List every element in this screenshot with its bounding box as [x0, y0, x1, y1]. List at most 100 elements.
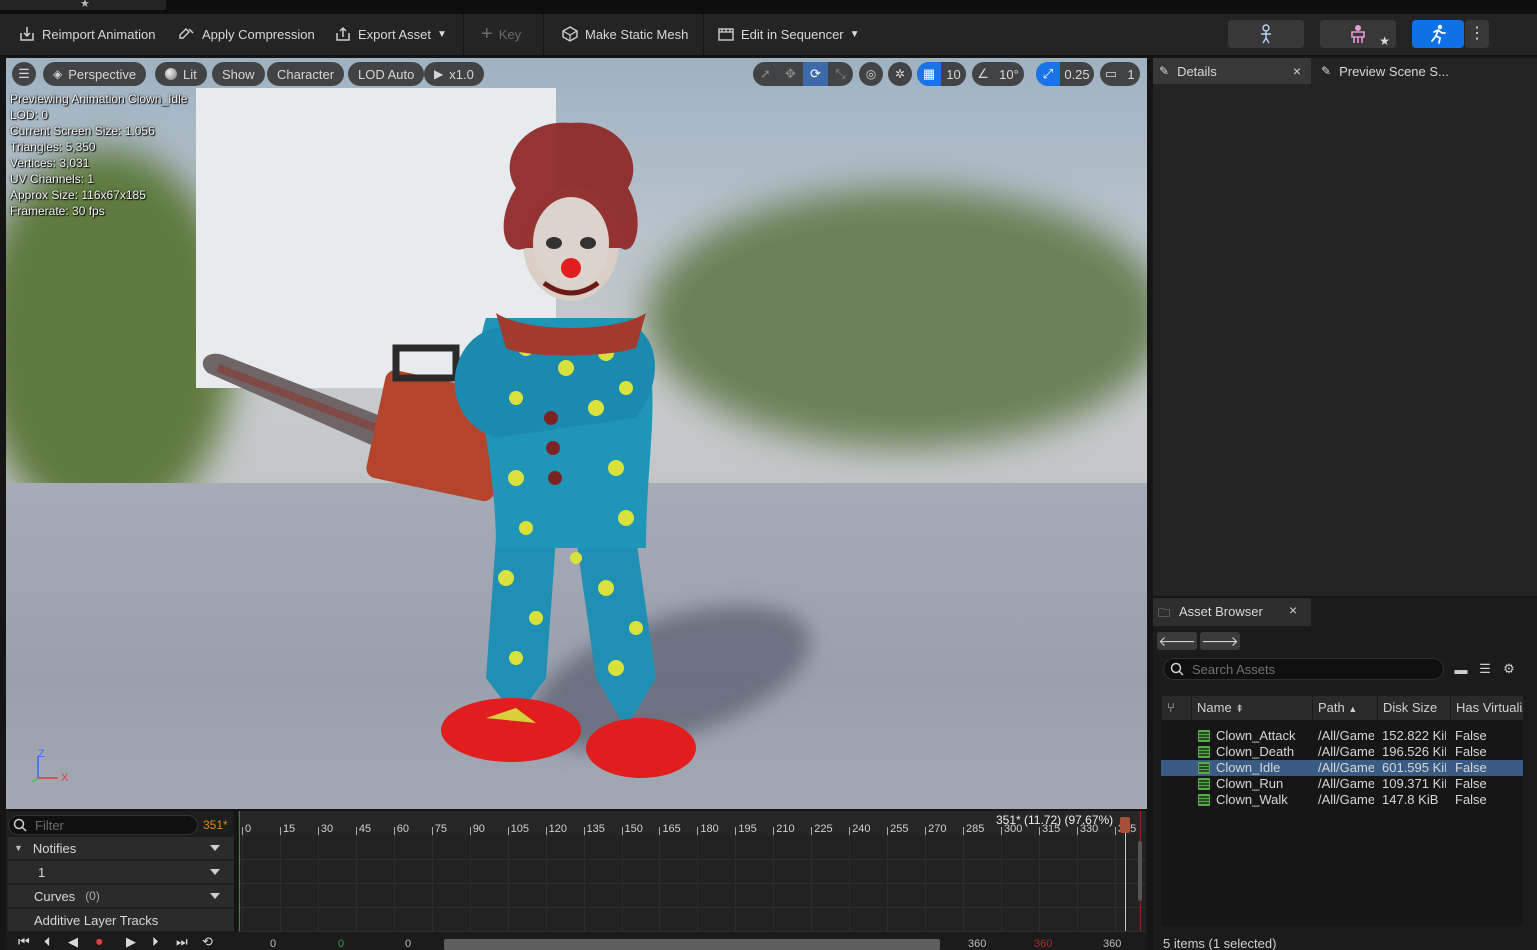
translate-tool-button[interactable]: ✥: [778, 62, 803, 86]
table-row[interactable]: Clown_Death/All/Game 196.526 KiB False: [1161, 744, 1523, 760]
asset-disk-size: 196.526 KiB: [1382, 744, 1446, 759]
perspective-button[interactable]: ◈ Perspective: [43, 62, 147, 86]
close-icon[interactable]: ×: [1293, 63, 1311, 79]
scale-snap-value[interactable]: 0.25: [1060, 62, 1094, 86]
rotation-snap-value[interactable]: 10°: [994, 62, 1024, 86]
scale-arrow-icon: ⤢: [1042, 66, 1054, 81]
viewport-menu-button[interactable]: ☰: [12, 62, 36, 86]
grid-snap-value[interactable]: 10: [941, 62, 966, 86]
play-button[interactable]: ▶: [126, 934, 136, 950]
ruler-label: 90: [472, 823, 485, 835]
table-row[interactable]: Clown_Idle/All/Game 601.595 KiB False: [1161, 760, 1523, 776]
skip-to-start-button[interactable]: ⏮: [18, 934, 30, 950]
star-icon: ★: [1379, 34, 1390, 48]
column-disk-size[interactable]: Disk Size: [1377, 696, 1450, 720]
coordinate-space-button[interactable]: ◎: [859, 62, 883, 86]
view-range-scrollbar[interactable]: [444, 939, 940, 950]
asset-path: /All/Game: [1318, 744, 1374, 759]
back-button[interactable]: 🡐: [1157, 632, 1197, 650]
scale-snap-toggle[interactable]: ⤢: [1036, 62, 1060, 86]
timeline-scrollbar[interactable]: [1138, 841, 1142, 901]
skeleton-mode-button[interactable]: [1228, 20, 1304, 48]
table-row[interactable]: Clown_Run/All/Game 109.371 KiB False: [1161, 776, 1523, 792]
playback-speed-button[interactable]: ▶ x1.0: [424, 62, 484, 86]
folder-view-button[interactable]: ▬: [1453, 661, 1469, 677]
ruler-label: 270: [928, 823, 947, 835]
ruler-tick: [963, 827, 965, 835]
loop-button[interactable]: ⟲: [202, 934, 213, 950]
rotate-tool-button[interactable]: ⟳: [803, 62, 828, 86]
scale-tool-button[interactable]: ⤡: [828, 62, 853, 86]
surface-snap-button[interactable]: ✲: [888, 62, 912, 86]
lod-button[interactable]: LOD Auto: [348, 62, 425, 86]
asset-has-virtualized: False: [1455, 744, 1487, 759]
sequencer-icon: [718, 28, 734, 41]
timeline-area[interactable]: 0 15 30 45 60 75 90 105 120 135 150 165 180 195 210 225…: [238, 811, 1146, 950]
playhead-marker[interactable]: [1120, 817, 1130, 833]
search-assets-field[interactable]: Search Assets: [1163, 658, 1444, 680]
more-options-button[interactable]: ⋮: [1465, 20, 1489, 48]
column-has-virtualized[interactable]: Has Virtualiz: [1450, 696, 1523, 720]
export-asset-button[interactable]: Export Asset ▼: [334, 22, 447, 46]
mesh-mode-button[interactable]: ★: [1320, 20, 1396, 48]
camera-icon[interactable]: ▭: [1100, 62, 1122, 86]
reimport-animation-button[interactable]: Reimport Animation: [18, 22, 155, 46]
lit-label: Lit: [183, 66, 197, 82]
dropdown-icon[interactable]: [210, 893, 220, 899]
notifies-track[interactable]: ▼ Notifies: [8, 837, 234, 859]
range-start-value[interactable]: 0: [270, 938, 276, 950]
track-filter-field[interactable]: Filter: [8, 815, 198, 835]
ruler-tick: [431, 827, 433, 835]
settings-button[interactable]: ⚙: [1501, 661, 1517, 677]
playback-start-value[interactable]: 0: [338, 938, 344, 950]
lit-button[interactable]: Lit: [155, 62, 207, 86]
notify-subtrack[interactable]: 1: [8, 861, 234, 883]
column-name[interactable]: Name ⇞: [1191, 696, 1312, 720]
table-row[interactable]: Clown_Walk/All/Game 147.8 KiB False: [1161, 792, 1523, 808]
key-button[interactable]: + Key: [481, 22, 521, 46]
tab-details[interactable]: ✎ Details ×: [1153, 58, 1311, 84]
character-button[interactable]: Character: [267, 62, 345, 86]
tab-preview-scene-settings[interactable]: ✎ Preview Scene S...: [1315, 58, 1515, 84]
folder-icon: ▬: [1454, 661, 1468, 677]
source-control-column[interactable]: ⑂: [1161, 696, 1191, 720]
view-end-value[interactable]: 360: [968, 938, 986, 950]
ruler-tick: [393, 827, 395, 835]
additive-layer-tracks[interactable]: Additive Layer Tracks: [8, 909, 234, 931]
edit-in-sequencer-button[interactable]: Edit in Sequencer ▼: [717, 22, 860, 46]
asset-disk-size: 152.822 KiB: [1382, 728, 1446, 743]
tab-asset-browser[interactable]: 🗀 Asset Browser ×: [1153, 598, 1311, 626]
animation-mode-button[interactable]: [1412, 20, 1464, 48]
filter-button[interactable]: ☰: [1477, 661, 1493, 677]
dropdown-icon[interactable]: [210, 869, 220, 875]
notifies-label: Notifies: [32, 840, 77, 856]
range-end-value[interactable]: 360: [1103, 938, 1121, 950]
step-back-button[interactable]: ⏴: [44, 934, 51, 950]
record-button[interactable]: ⏺: [96, 934, 103, 950]
skip-to-end-button[interactable]: ⏭: [176, 934, 188, 950]
column-path[interactable]: Path ▲: [1312, 696, 1377, 720]
ruler-tick: [279, 827, 281, 835]
view-start-value[interactable]: 0: [405, 938, 411, 950]
show-button[interactable]: Show: [212, 62, 265, 86]
preview-viewport[interactable]: ☰ ◈ Perspective Lit Show Character LOD A…: [6, 58, 1147, 809]
select-tool-button[interactable]: ➚: [753, 62, 778, 86]
grid-snap-toggle[interactable]: ▦: [917, 62, 941, 86]
step-forward-button[interactable]: ⏵: [152, 934, 159, 950]
asset-has-virtualized: False: [1455, 792, 1487, 807]
clown-character-model[interactable]: [196, 118, 716, 778]
playback-end-value[interactable]: 360: [1034, 938, 1052, 950]
make-static-mesh-button[interactable]: Make Static Mesh: [561, 22, 688, 46]
play-reverse-button[interactable]: ◀: [68, 934, 78, 950]
close-icon[interactable]: ×: [1289, 602, 1297, 618]
table-row[interactable]: Clown_Attack/All/Game 152.822 KiB False: [1161, 728, 1523, 744]
stat-line: Current Screen Size: 1.056: [10, 124, 155, 138]
compression-label: Apply Compression: [202, 26, 315, 42]
timeline-gridline: [697, 835, 699, 931]
curves-track[interactable]: Curves (0): [8, 885, 234, 907]
dropdown-icon[interactable]: [210, 845, 220, 851]
sphere-icon: [165, 68, 177, 80]
apply-compression-button[interactable]: Apply Compression: [178, 22, 315, 46]
forward-button[interactable]: 🡒: [1200, 632, 1240, 650]
angle-icon[interactable]: ∠: [972, 62, 994, 86]
